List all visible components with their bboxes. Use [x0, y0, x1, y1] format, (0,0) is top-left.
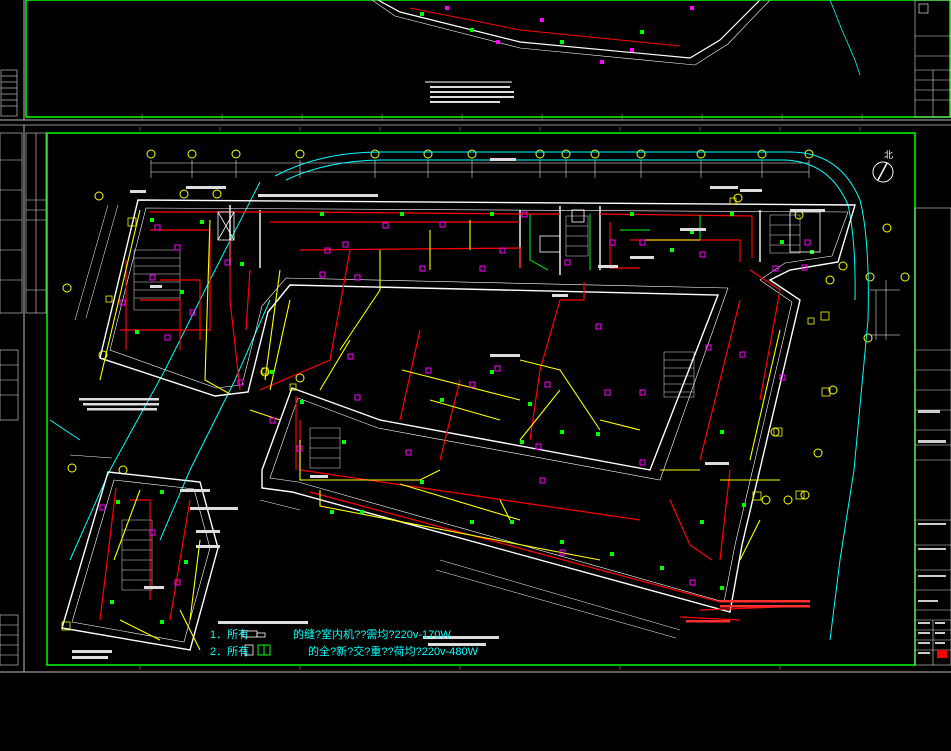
note-1-text: 的缝?室内机??需均?220v-170W — [293, 627, 451, 641]
note-2-text: 的全?新?交?重??荷均?220v-480W — [308, 644, 479, 658]
note-2-prefix: 2．所有 — [210, 644, 249, 658]
north-label: 北 — [884, 150, 893, 160]
cad-drawing-canvas[interactable]: 北 1．所有 的缝?室内机??需均?220v-170W 2．所有 的全?新?交?… — [0, 0, 951, 751]
